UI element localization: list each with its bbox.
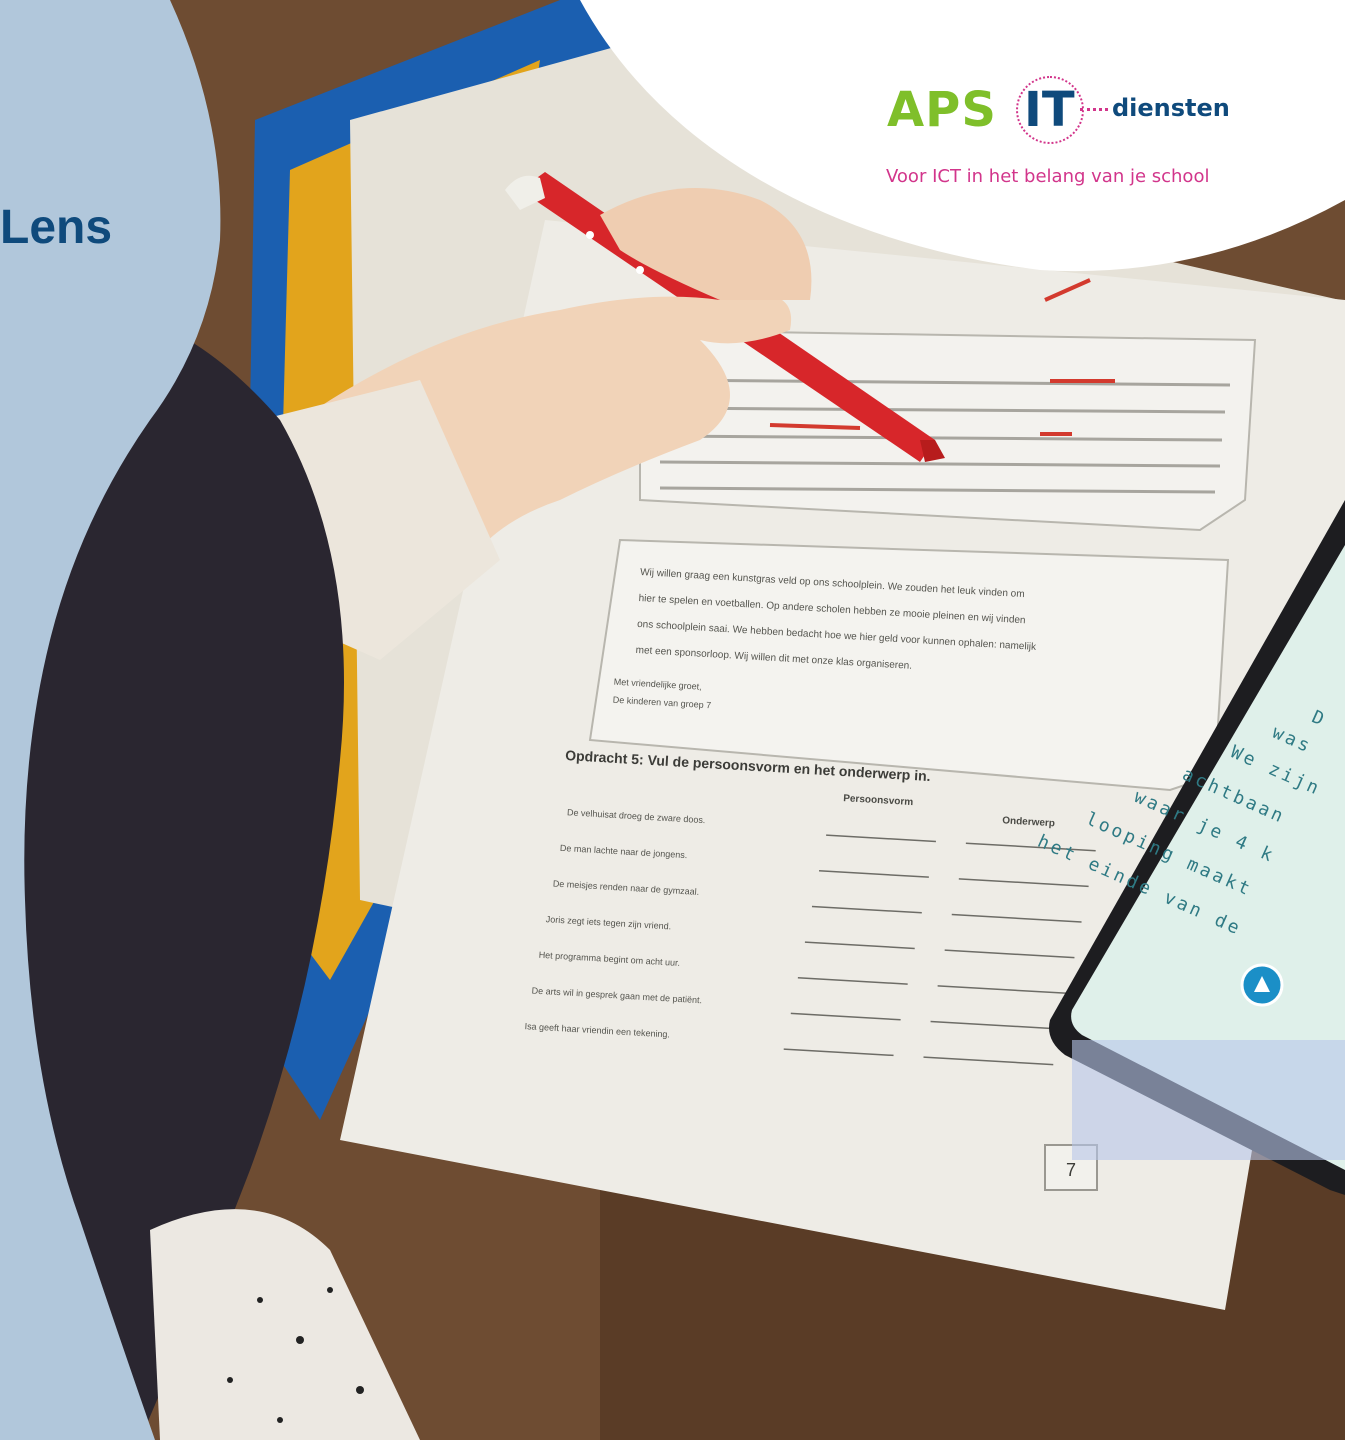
logo-aps-text: APS [887, 82, 997, 138]
aps-it-diensten-logo: APS IT diensten Voor ICT in het belang v… [884, 76, 1254, 192]
logo-tagline: Voor ICT in het belang van je school [886, 166, 1210, 187]
page-heading: Lens [0, 201, 113, 254]
phone-nav-bar [1072, 1040, 1345, 1160]
page-number: 7 [1066, 1160, 1076, 1180]
logo-dotted-connector [1080, 108, 1108, 111]
story-box [639, 328, 1257, 532]
logo-diensten-text: diensten [1112, 94, 1230, 122]
photo-scene: Wij willen graag een kunstgras veld op o… [0, 0, 1345, 1440]
logo-it-text: IT [1024, 82, 1075, 138]
